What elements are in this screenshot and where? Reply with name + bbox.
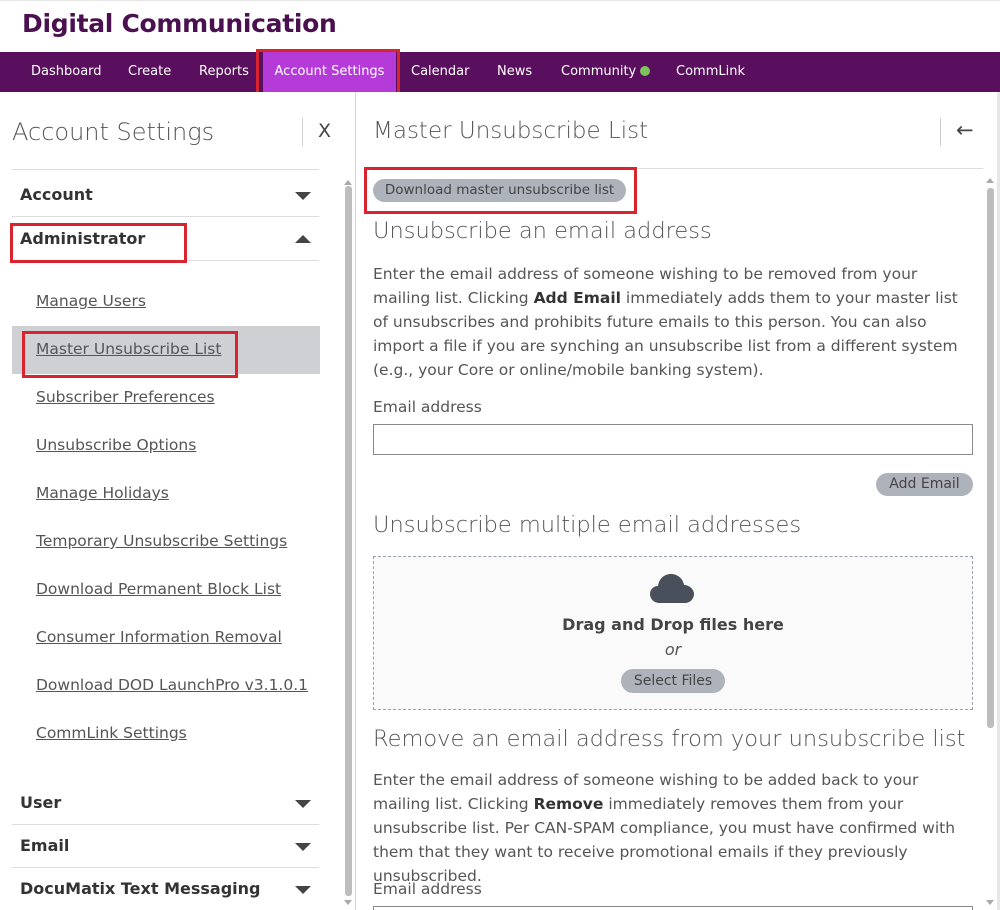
nav-community[interactable]: Community (551, 52, 660, 92)
remove-email-address-input[interactable] (373, 906, 973, 910)
section-heading-unsubscribe-single: Unsubscribe an email address (373, 218, 712, 244)
add-email-button[interactable]: Add Email (876, 473, 973, 496)
sidebar-link-commlink-settings[interactable]: CommLink Settings (36, 724, 187, 742)
nav-commlink[interactable]: CommLink (666, 52, 755, 92)
divider (940, 118, 941, 146)
sidebar-link-consumer-information-removal[interactable]: Consumer Information Removal (36, 628, 282, 646)
divider (302, 118, 303, 146)
bold-text: Remove (533, 795, 604, 813)
sidebar: Account Settings X Account Administrator… (0, 92, 355, 910)
email-address-label: Email address (373, 398, 482, 416)
main-panel: Master Unsubscribe List ← Download maste… (356, 92, 1000, 910)
sidebar-link-subscriber-preferences[interactable]: Subscriber Preferences (36, 388, 215, 406)
section-heading-unsubscribe-multiple: Unsubscribe multiple email addresses (373, 512, 802, 538)
dropzone-text: Drag and Drop files here (562, 615, 784, 634)
sidebar-link-download-permanent-block-list[interactable]: Download Permanent Block List (36, 580, 281, 598)
scroll-down-arrow-icon[interactable] (986, 900, 994, 905)
sidebar-section-administrator[interactable]: Administrator (12, 218, 319, 261)
caret-down-icon (295, 192, 311, 200)
top-nav: Dashboard Create Reports Account Setting… (0, 52, 1000, 92)
back-arrow-icon[interactable]: ← (956, 118, 974, 142)
sidebar-link-temporary-unsubscribe-settings[interactable]: Temporary Unsubscribe Settings (36, 532, 287, 550)
email-address-input[interactable] (373, 424, 973, 455)
description-unsubscribe-single: Enter the email address of someone wishi… (373, 262, 973, 382)
sidebar-link-master-unsubscribe-list[interactable]: Master Unsubscribe List (36, 340, 221, 358)
nav-account-settings[interactable]: Account Settings (263, 52, 396, 92)
section-label: Email (20, 836, 70, 855)
scroll-up-arrow-icon[interactable] (986, 178, 994, 183)
bold-text: Add Email (533, 289, 621, 307)
scroll-down-arrow-icon[interactable] (344, 900, 352, 905)
download-master-list-button[interactable]: Download master unsubscribe list (373, 179, 626, 202)
sidebar-link-manage-holidays[interactable]: Manage Holidays (36, 484, 169, 502)
sidebar-link-unsubscribe-options[interactable]: Unsubscribe Options (36, 436, 196, 454)
main-scrollbar-thumb[interactable] (987, 188, 994, 728)
app-title: Digital Communication (22, 9, 337, 38)
dropzone-or-text: or (664, 640, 682, 659)
online-status-icon (640, 66, 651, 76)
sidebar-section-email[interactable]: Email (12, 825, 319, 868)
section-label: Administrator (20, 229, 146, 248)
nav-community-label: Community (561, 64, 637, 79)
sidebar-link-manage-users[interactable]: Manage Users (36, 292, 146, 310)
sidebar-section-account[interactable]: Account (12, 174, 319, 217)
caret-down-icon (295, 800, 311, 808)
nav-create[interactable]: Create (118, 52, 181, 92)
app-header: Digital Communication (0, 0, 1000, 52)
nav-dashboard[interactable]: Dashboard (21, 52, 112, 92)
sidebar-section-documatix-text-messaging[interactable]: DocuMatix Text Messaging (12, 868, 319, 910)
page-title: Master Unsubscribe List (373, 118, 649, 144)
sidebar-scrollbar-thumb[interactable] (345, 186, 352, 896)
section-heading-remove: Remove an email address from your unsubs… (373, 726, 966, 752)
scroll-up-arrow-icon[interactable] (344, 180, 352, 185)
section-label: User (20, 793, 62, 812)
remove-email-address-label: Email address (373, 880, 482, 898)
sidebar-title: Account Settings (12, 118, 215, 146)
file-dropzone[interactable]: Drag and Drop files here or Select Files (373, 556, 973, 710)
cloud-upload-icon (650, 574, 694, 603)
nav-news[interactable]: News (487, 52, 542, 92)
section-label: DocuMatix Text Messaging (20, 879, 261, 898)
section-label: Account (20, 185, 93, 204)
divider (373, 168, 983, 169)
caret-down-icon (295, 843, 311, 851)
divider (12, 169, 319, 170)
nav-reports[interactable]: Reports (189, 52, 259, 92)
sidebar-link-download-dod-launchpro[interactable]: Download DOD LaunchPro v3.1.0.1 (36, 676, 308, 694)
close-icon[interactable]: X (318, 120, 331, 142)
caret-up-icon (295, 235, 311, 243)
description-remove: Enter the email address of someone wishi… (373, 768, 973, 888)
nav-calendar[interactable]: Calendar (401, 52, 479, 92)
sidebar-section-user[interactable]: User (12, 782, 319, 825)
select-files-button[interactable]: Select Files (621, 669, 725, 693)
caret-down-icon (295, 886, 311, 894)
